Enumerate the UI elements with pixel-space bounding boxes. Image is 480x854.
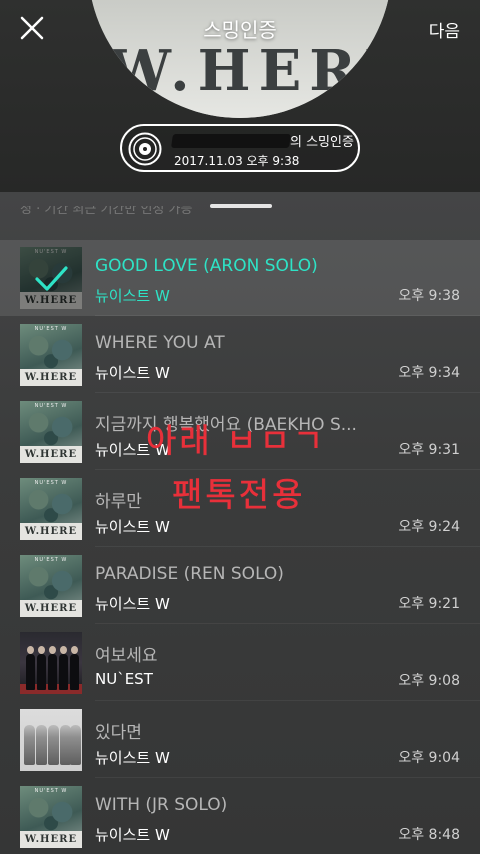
play-time: 오후 9:38	[398, 288, 460, 304]
track-row[interactable]: NU'EST W W.HERE 하루만뉴이스트 W 오후 9:24	[0, 471, 480, 547]
song-title: 있다면	[95, 723, 142, 743]
song-artist: 뉴이스트 W	[95, 518, 170, 536]
track-row[interactable]: NU'EST W W.HERE GOOD LOVE (ARON SOLO) 뉴이스트 …	[0, 240, 480, 316]
play-time: 오후 8:48	[398, 827, 460, 843]
album-thumbnail: NU'EST W W.HERE	[20, 786, 82, 848]
thumbnail-figure	[48, 725, 59, 765]
album-thumbnail: NU'EST W W.HERE	[20, 324, 82, 386]
song-artist: NU`EST	[95, 670, 153, 688]
redacted-username	[171, 134, 291, 148]
play-time: 오후 9:34	[398, 365, 460, 381]
thumbnail-logo: W.HERE	[20, 369, 82, 386]
certificate-datetime: 2017.11.03 오후 9:38	[174, 154, 300, 168]
play-time: 오후 9:21	[398, 596, 460, 612]
song-title: 하루만	[95, 492, 142, 512]
thumbnail-figure	[48, 646, 57, 690]
row-divider	[95, 315, 480, 316]
play-time: 오후 9:31	[398, 442, 460, 458]
thumbnail-figure	[70, 725, 81, 765]
song-artist: 뉴이스트 W	[95, 595, 170, 613]
song-title: WHERE YOU AT	[95, 333, 225, 353]
album-thumbnail	[20, 632, 82, 694]
album-thumbnail: NU'EST W W.HERE	[20, 478, 82, 540]
header: W.HERE 스밍인증 다음 의 스밍인증 2017.11.03 오후 9:38	[0, 0, 480, 192]
thumbnail-tag: NU'EST W	[34, 326, 68, 332]
row-divider	[95, 623, 480, 624]
play-time: 오후 9:04	[398, 750, 460, 766]
track-row[interactable]: 있다면뉴이스트 W 오후 9:04	[0, 702, 480, 778]
certificate-owner: 의 스밍인증	[171, 131, 354, 150]
track-row[interactable]: NU'EST W W.HERE WITH (JR SOLO) 뉴이스트 W 오후 8:4…	[0, 779, 480, 854]
certificate-badge: 의 스밍인증 2017.11.03 오후 9:38	[120, 124, 360, 172]
thumbnail-tag: NU'EST W	[34, 480, 68, 486]
row-divider	[95, 469, 480, 470]
thumbnail-figure	[37, 646, 46, 690]
album-thumbnail: NU'EST W W.HERE	[20, 401, 82, 463]
thumbnail-logo: W.HERE	[20, 600, 82, 617]
selected-overlay	[20, 247, 82, 309]
play-time: 오후 9:24	[398, 519, 460, 535]
track-row[interactable]: NU'EST W W.HERE 지금까지 행복했어요 (BAEKHO S... 뉴이스…	[0, 394, 480, 470]
thumbnail-figure	[70, 646, 79, 690]
song-title: WITH (JR SOLO)	[95, 795, 228, 815]
track-row[interactable]: NU'EST W W.HERE PARADISE (REN SOLO) 뉴이스트 W 오…	[0, 548, 480, 624]
thumbnail-figure	[24, 725, 35, 765]
track-row[interactable]: NU'EST W W.HERE WHERE YOU AT 뉴이스트 W 오후 9:34	[0, 317, 480, 393]
thumbnail-figure	[26, 646, 35, 690]
song-artist: 뉴이스트 W	[95, 826, 170, 844]
song-artist: 뉴이스트 W	[95, 749, 170, 767]
certificate-owner-suffix: 의 스밍인증	[290, 135, 354, 150]
list-caption: 청 · 기간 최근 기간만 인정 가능	[20, 206, 193, 216]
thumbnail-logo: W.HERE	[20, 446, 82, 463]
thumbnail-logo: W.HERE	[20, 523, 82, 540]
disc-icon	[128, 132, 162, 166]
row-divider	[95, 392, 480, 393]
album-thumbnail: NU'EST W W.HERE	[20, 247, 82, 309]
row-divider	[95, 546, 480, 547]
song-title: 지금까지 행복했어요 (BAEKHO S...	[95, 415, 357, 435]
song-title: 여보세요	[95, 646, 158, 666]
thumbnail-figure	[36, 725, 47, 765]
song-artist: 뉴이스트 W	[95, 364, 170, 382]
track-list-sheet: 청 · 기간 최근 기간만 인정 가능 NU'EST W W.HERE GOOD L…	[0, 192, 480, 854]
page-title: 스밍인증	[203, 18, 277, 42]
play-time: 오후 9:08	[398, 673, 460, 689]
song-title: PARADISE (REN SOLO)	[95, 564, 284, 584]
album-thumbnail: NU'EST W W.HERE	[20, 555, 82, 617]
song-artist: 뉴이스트 W	[95, 287, 170, 305]
song-title: GOOD LOVE (ARON SOLO)	[95, 256, 318, 276]
thumbnail-logo: W.HERE	[20, 831, 82, 848]
next-button[interactable]: 다음	[429, 17, 460, 42]
thumbnail-tag: NU'EST W	[34, 788, 68, 794]
drag-handle[interactable]	[210, 204, 272, 208]
thumbnail-tag: NU'EST W	[34, 557, 68, 563]
row-divider	[95, 700, 480, 701]
song-artist: 뉴이스트 W	[95, 441, 170, 459]
check-icon	[35, 266, 68, 291]
album-logo: W.HERE	[108, 38, 392, 104]
track-row[interactable]: 여보세요 NU`EST 오후 9:08	[0, 625, 480, 701]
album-thumbnail	[20, 709, 82, 771]
row-divider	[95, 777, 480, 778]
thumbnail-figure	[59, 646, 68, 690]
thumbnail-tag: NU'EST W	[34, 403, 68, 409]
